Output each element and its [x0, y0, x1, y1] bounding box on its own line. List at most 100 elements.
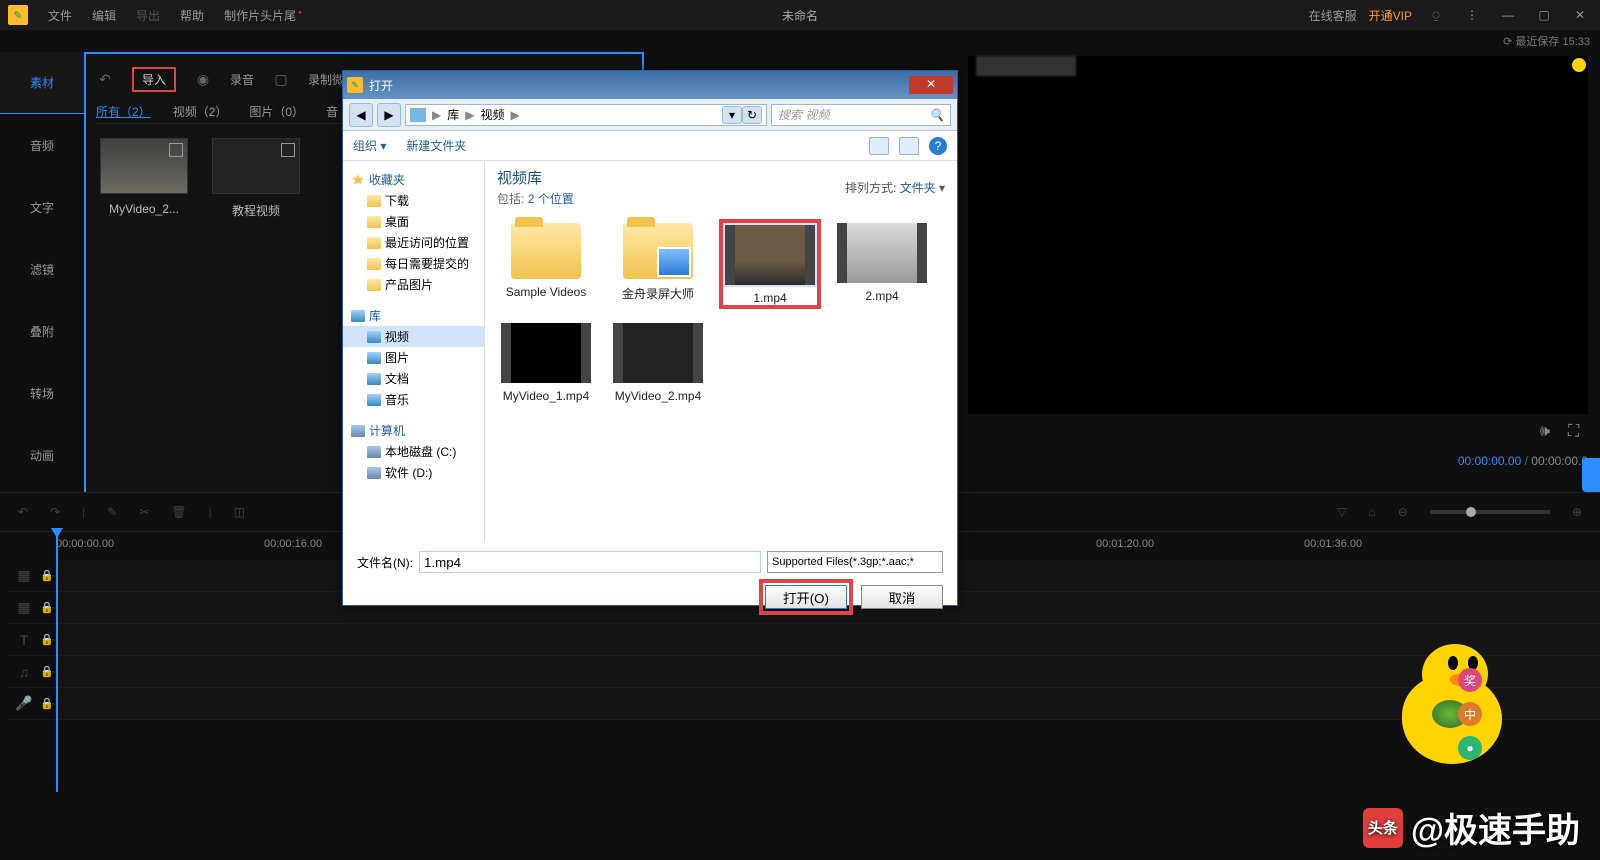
media-thumb[interactable]: 教程视频 — [212, 138, 300, 219]
tree-computer[interactable]: 计算机 — [343, 418, 484, 441]
lock-icon[interactable]: 🔒 — [40, 665, 56, 678]
tree-item[interactable]: 本地磁盘 (C:) — [343, 441, 484, 462]
sidebar-item-audio[interactable]: 音频 — [0, 114, 84, 176]
tab-video[interactable]: 视频（2） — [173, 103, 228, 120]
tree-libraries[interactable]: 库 — [343, 303, 484, 326]
track-text-icon[interactable]: T — [8, 632, 40, 648]
menu-help[interactable]: 帮助 — [170, 7, 214, 24]
bubble[interactable]: 中 — [1458, 702, 1482, 726]
undo-icon[interactable]: ↶ — [96, 70, 114, 88]
bubble[interactable]: 奖 — [1458, 668, 1482, 692]
snap-icon[interactable]: ⌂ — [1369, 505, 1376, 519]
track-body[interactable] — [56, 688, 1600, 719]
mascot-bubbles[interactable]: 奖 中 ● — [1458, 668, 1482, 760]
tree-item[interactable]: 软件 (D:) — [343, 462, 484, 483]
organize-menu[interactable]: 组织 ▾ — [353, 137, 386, 154]
nav-back-button[interactable]: ◀ — [349, 103, 373, 127]
help-icon[interactable]: ? — [929, 137, 947, 155]
record-audio-icon[interactable]: ◉ — [194, 70, 212, 88]
user-icon[interactable]: ⍜ — [1424, 8, 1448, 23]
file-item-selected[interactable]: 1.mp4 — [721, 221, 819, 307]
tab-image[interactable]: 图片（0） — [249, 103, 304, 120]
tab-all[interactable]: 所有（2） — [96, 103, 151, 120]
tree-item[interactable]: 每日需要提交的 — [343, 253, 484, 274]
record-audio-label[interactable]: 录音 — [230, 71, 254, 88]
open-button[interactable]: 打开(O) — [765, 585, 847, 609]
sidebar-item-filter[interactable]: 滤镜 — [0, 238, 84, 300]
lock-icon[interactable]: 🔒 — [40, 633, 56, 646]
tree-item[interactable]: 最近访问的位置 — [343, 232, 484, 253]
online-support[interactable]: 在线客服 — [1309, 7, 1357, 24]
address-bar[interactable]: ▶ 库 ▶ 视频 ▶ ▾↻ — [405, 104, 767, 126]
preview-pane-button[interactable] — [899, 137, 919, 155]
edit-icon[interactable]: ✎ — [107, 505, 117, 519]
track-mic-icon[interactable]: 🎤 — [8, 695, 40, 712]
bubble[interactable]: ● — [1458, 736, 1482, 760]
mascot-duck[interactable] — [1372, 634, 1502, 764]
preview-canvas[interactable] — [968, 56, 1588, 414]
side-floater[interactable] — [1582, 458, 1600, 492]
tree-item[interactable]: 桌面 — [343, 211, 484, 232]
undo-icon[interactable]: ↶ — [18, 505, 28, 519]
new-folder-button[interactable]: 新建文件夹 — [406, 137, 466, 154]
media-thumb[interactable]: MyVideo_2... — [100, 138, 188, 219]
sidebar-item-animation[interactable]: 动画 — [0, 424, 84, 486]
dialog-close-button[interactable]: ✕ — [909, 76, 953, 94]
zoom-slider[interactable] — [1430, 510, 1550, 514]
lock-icon[interactable]: 🔒 — [40, 569, 56, 582]
view-mode-button[interactable] — [869, 137, 889, 155]
fullscreen-icon[interactable]: ⛶ — [1568, 423, 1588, 441]
file-item[interactable]: MyVideo_1.mp4 — [497, 321, 595, 403]
menu-edit[interactable]: 编辑 — [82, 7, 126, 24]
menu-file[interactable]: 文件 — [38, 7, 82, 24]
file-item[interactable]: Sample Videos — [497, 221, 595, 307]
close-icon[interactable]: ✕ — [1568, 8, 1592, 22]
volume-icon[interactable]: 🕪 — [1540, 423, 1560, 441]
search-input[interactable]: 搜索 视频🔍 — [771, 104, 951, 126]
zoom-out-icon[interactable]: ⊖ — [1398, 505, 1408, 519]
marker-icon[interactable]: ▽ — [1337, 505, 1346, 519]
track-audio-icon[interactable]: ♫ — [8, 664, 40, 680]
tab-audio[interactable]: 音 — [326, 103, 338, 120]
sidebar-item-media[interactable]: 素材 — [0, 52, 84, 114]
address-dropdown[interactable]: ▾ — [722, 106, 742, 124]
sidebar-item-overlay[interactable]: 叠附 — [0, 300, 84, 362]
dialog-titlebar[interactable]: ✎ 打开 ✕ — [343, 71, 957, 99]
lock-icon[interactable]: 🔒 — [40, 601, 56, 614]
sidebar-item-text[interactable]: 文字 — [0, 176, 84, 238]
minimize-icon[interactable]: — — [1496, 8, 1520, 22]
nav-fwd-button[interactable]: ▶ — [377, 103, 401, 127]
track-body[interactable] — [56, 656, 1600, 687]
filename-input[interactable] — [419, 551, 761, 573]
redo-icon[interactable]: ↷ — [50, 505, 60, 519]
arrange-by[interactable]: 排列方式: 文件夹 ▾ — [845, 179, 945, 196]
tree-item[interactable]: 文档 — [343, 368, 484, 389]
tree-item-video[interactable]: 视频 — [343, 326, 484, 347]
cancel-button[interactable]: 取消 — [861, 585, 943, 609]
vip-link[interactable]: 开通VIP — [1369, 7, 1412, 24]
track-body[interactable] — [56, 624, 1600, 655]
maximize-icon[interactable]: ▢ — [1532, 8, 1556, 22]
sidebar-item-transition[interactable]: 转场 — [0, 362, 84, 424]
refresh-icon[interactable]: ↻ — [742, 106, 762, 124]
path-segment[interactable]: 视频 — [480, 106, 504, 123]
track-overlay-icon[interactable]: ▦ — [8, 599, 40, 616]
menu-titles[interactable]: 制作片头片尾 — [214, 7, 310, 24]
lock-icon[interactable]: 🔒 — [40, 697, 56, 710]
crop-icon[interactable]: ◫ — [234, 505, 245, 519]
tree-item[interactable]: 图片 — [343, 347, 484, 368]
record-screen-icon[interactable]: ▢ — [272, 70, 290, 88]
path-segment[interactable]: 库 — [447, 106, 459, 123]
tree-item[interactable]: 产品图片 — [343, 274, 484, 295]
tree-item[interactable]: 下载 — [343, 190, 484, 211]
locations-link[interactable]: 2 个位置 — [528, 192, 574, 206]
more-icon[interactable]: ⋮ — [1460, 8, 1484, 22]
delete-icon[interactable]: 🗑 — [171, 505, 186, 519]
tree-item[interactable]: 音乐 — [343, 389, 484, 410]
import-button[interactable]: 导入 — [132, 67, 176, 92]
playhead[interactable] — [56, 532, 58, 792]
filetype-select[interactable] — [767, 551, 943, 573]
file-item[interactable]: 2.mp4 — [833, 221, 931, 307]
tree-favorites[interactable]: 收藏夹 — [343, 167, 484, 190]
cut-icon[interactable]: ✂ — [139, 505, 149, 519]
